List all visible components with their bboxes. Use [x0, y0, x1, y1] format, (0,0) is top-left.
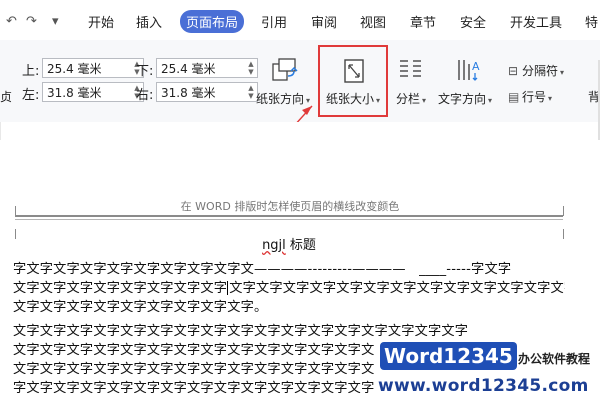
body-line-part: 文字文字文字文字文字文字文字文字 — [13, 281, 228, 296]
body-line[interactable]: 文字文字文字文字文字文字文字文字文字。 — [13, 296, 267, 315]
body-line[interactable]: 字文字文字文字文字文字文字文字文字文————---------———— ____… — [13, 258, 511, 277]
title-misspelled: ngjl — [262, 238, 286, 253]
ribbon-gap — [0, 122, 600, 140]
body-line[interactable]: 文字文字文字文字文字文字文字文字文字文字文字文字文字文字文字文字文字 — [13, 320, 468, 339]
watermark-logo: Word12345 办公软件教程 — [372, 338, 598, 374]
body-line[interactable]: 文字文字文字文字文字文字文字文字文字文字文字文字文字文 — [13, 358, 374, 377]
body-line-continuation[interactable]: 文字文字文字文字文字文字文字文字文字文字文字文字文字文字文字文字文字 — [229, 277, 565, 296]
body-line[interactable]: 文字文字文字文字文字文字文字文字文字文字文字文字文字文 — [13, 339, 374, 358]
watermark-tagline: 办公软件教程 — [518, 352, 591, 366]
watermark-url: www.word12345.com — [378, 376, 589, 396]
watermark: Word12345 办公软件教程 www.word12345.com — [372, 338, 598, 400]
text-cursor — [227, 281, 229, 295]
title-text: 标题 — [285, 238, 316, 253]
document-title[interactable]: ngjl 标题 — [0, 234, 578, 253]
header-rule — [15, 215, 563, 217]
watermark-logo-text: Word12345 — [380, 342, 517, 370]
header-rule-thin — [15, 219, 563, 220]
body-line[interactable]: 字文字文字文字文字文字文字文字文字文字文字文字文字文字 — [13, 377, 374, 396]
body-line[interactable]: 文字文字文字文字文字文字文字文字 — [13, 277, 229, 296]
page-header-text[interactable]: 在 WORD 排版时怎样使页眉的横线改变颜色 — [0, 198, 580, 214]
